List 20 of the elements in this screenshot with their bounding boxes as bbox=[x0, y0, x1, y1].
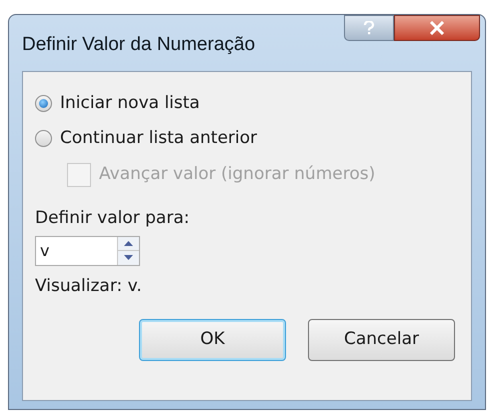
radio-button[interactable] bbox=[35, 130, 52, 147]
up-arrow-icon bbox=[124, 240, 133, 246]
close-icon bbox=[429, 21, 445, 35]
close-button[interactable] bbox=[394, 15, 480, 41]
window-title: Definir Valor da Numeração bbox=[22, 33, 256, 57]
spin-field[interactable]: v bbox=[35, 236, 140, 266]
checkbox-label: Avançar valor (ignorar números) bbox=[99, 163, 376, 186]
question-mark-icon bbox=[363, 21, 375, 35]
preview-text: Visualizar: v. bbox=[35, 274, 143, 298]
input-field[interactable]: v bbox=[36, 238, 117, 262]
down-arrow-icon bbox=[124, 255, 133, 260]
dialog-button[interactable]: OK bbox=[139, 319, 286, 361]
spin-down-button[interactable] bbox=[118, 251, 139, 264]
radio-button[interactable] bbox=[35, 95, 52, 112]
dialog-button[interactable]: Cancelar bbox=[308, 319, 455, 361]
radio-label: Iniciar nova lista bbox=[60, 92, 200, 115]
help-button[interactable] bbox=[344, 15, 394, 41]
spin-up-button[interactable] bbox=[118, 236, 139, 251]
radio-label: Continuar lista anterior bbox=[60, 126, 258, 150]
field-label: Definir valor para: bbox=[35, 207, 190, 230]
